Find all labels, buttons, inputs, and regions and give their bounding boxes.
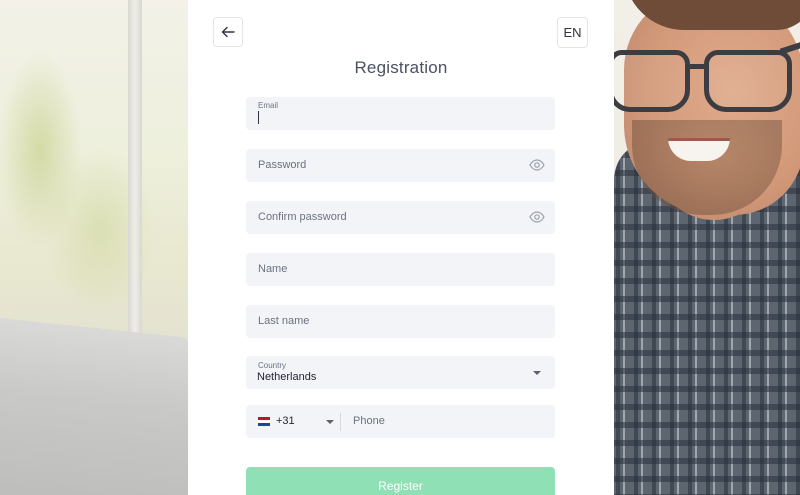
country-value: Netherlands <box>257 371 317 383</box>
registration-screen: EN Registration Email Password Confirm p… <box>0 0 800 495</box>
name-field[interactable]: Name <box>246 253 555 286</box>
eye-icon[interactable] <box>529 211 545 223</box>
arrow-left-icon <box>221 26 235 38</box>
background-window-frame <box>128 0 142 345</box>
background-laptop <box>0 318 188 495</box>
country-code-select[interactable]: +31 <box>246 405 340 438</box>
confirm-password-field[interactable]: Confirm password <box>246 201 555 234</box>
registration-card: EN Registration Email Password Confirm p… <box>188 0 614 495</box>
netherlands-flag-icon <box>258 417 270 426</box>
country-code-value: +31 <box>276 415 295 427</box>
phone-field-group: +31 Phone <box>246 405 555 438</box>
chevron-down-icon <box>533 371 541 375</box>
register-button[interactable]: Register <box>246 467 555 495</box>
language-code: EN <box>563 25 582 40</box>
eye-icon[interactable] <box>529 159 545 171</box>
language-selector[interactable]: EN <box>557 17 588 48</box>
chevron-down-icon <box>326 420 334 424</box>
phone-input[interactable]: Phone <box>353 415 385 427</box>
email-field[interactable]: Email <box>246 97 555 130</box>
password-placeholder: Password <box>258 159 307 171</box>
text-cursor <box>258 111 259 124</box>
background-glasses <box>614 38 800 118</box>
password-field[interactable]: Password <box>246 149 555 182</box>
country-label: Country <box>258 361 287 370</box>
name-placeholder: Name <box>258 263 288 275</box>
last-name-placeholder: Last name <box>258 315 310 327</box>
background-photo-right <box>614 0 800 495</box>
last-name-field[interactable]: Last name <box>246 305 555 338</box>
country-select[interactable]: Country Netherlands <box>246 356 555 389</box>
page-title: Registration <box>354 58 448 77</box>
email-label: Email <box>258 101 279 110</box>
phone-divider <box>340 413 341 431</box>
back-button[interactable] <box>213 17 243 47</box>
confirm-password-placeholder: Confirm password <box>258 211 347 223</box>
